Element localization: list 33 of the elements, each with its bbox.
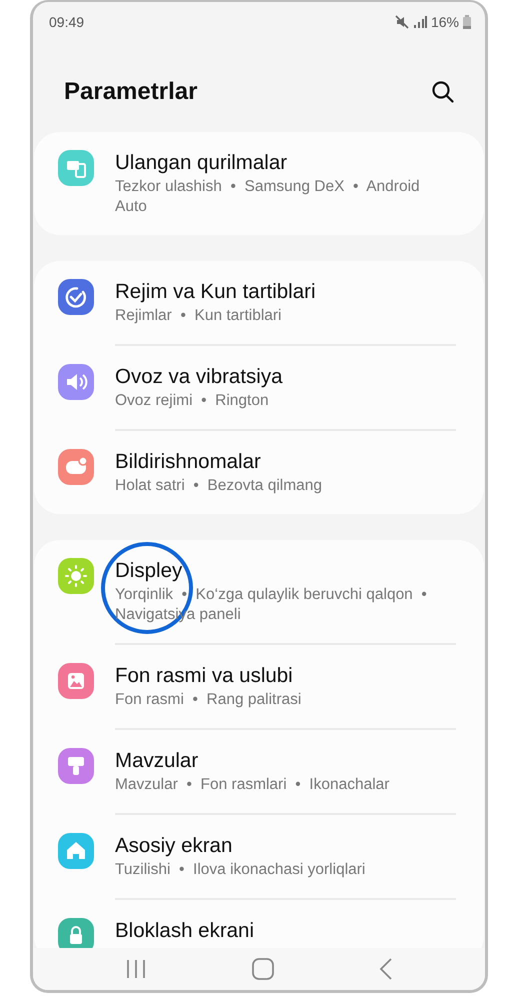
status-time: 09:49 — [49, 14, 84, 30]
settings-item[interactable]: Bildirishnomalar Holat satri • Bezovta qilmang — [34, 431, 484, 514]
recent-apps-icon[interactable] — [125, 959, 148, 979]
mute-icon — [394, 15, 409, 29]
item-title: Ovoz va vibratsiya — [115, 364, 284, 390]
item-title: Mavzular — [115, 748, 200, 774]
settings-item[interactable]: Mavzular Mavzular • Fon rasmlari • Ikonachalar — [34, 730, 484, 815]
item-subtitle: Tezkor ulashish • Samsung DeX • Android Auto — [115, 177, 421, 217]
settings-item[interactable]: Asosiy ekran Tuzilishi • Ilova ikonachasi yorliqlari — [34, 815, 484, 900]
item-title: Asosiy ekran — [115, 833, 234, 859]
battery-icon — [463, 15, 471, 29]
signal-icon — [412, 16, 427, 28]
search-icon[interactable] — [431, 80, 455, 104]
page-title: Parametrlar — [64, 78, 198, 106]
settings-item[interactable]: Fon rasmi va uslubi Fon rasmi • Rang palitrasi — [34, 645, 484, 730]
item-subtitle: Mavzular • Fon rasmlari • Ikonachalar — [115, 775, 390, 795]
home-icon[interactable] — [252, 958, 274, 980]
battery-percent: 16% — [430, 14, 459, 30]
item-subtitle: Tuzilishi • Ilova ikonachasi yorliqlari — [115, 860, 366, 880]
item-subtitle: Fon rasmi • Rang palitrasi — [115, 690, 302, 710]
item-title: Ulangan qurilmalar — [115, 150, 288, 176]
settings-item[interactable]: Rejim va Kun tartiblari Rejimlar • Kun tartiblari — [34, 261, 484, 346]
item-subtitle: Holat satri • Bezovta qilmang — [115, 476, 324, 496]
settings-item[interactable]: Ovoz va vibratsiya Ovoz rejimi • Rington — [34, 346, 484, 431]
item-title: Bloklash ekrani — [115, 918, 256, 944]
settings-item[interactable]: Ulangan qurilmalar Tezkor ulashish • Samsung DeX • Android Auto — [34, 132, 484, 235]
item-title: Rejim va Kun tartiblari — [115, 279, 317, 305]
item-title: Fon rasmi va uslubi — [115, 663, 294, 689]
back-icon[interactable] — [378, 958, 393, 980]
item-title: Displey — [115, 558, 184, 584]
item-title: Bildirishnomalar — [115, 449, 262, 475]
item-subtitle: Ovoz rejimi • Rington — [115, 391, 270, 411]
item-subtitle: Rejimlar • Kun tartiblari — [115, 306, 283, 326]
